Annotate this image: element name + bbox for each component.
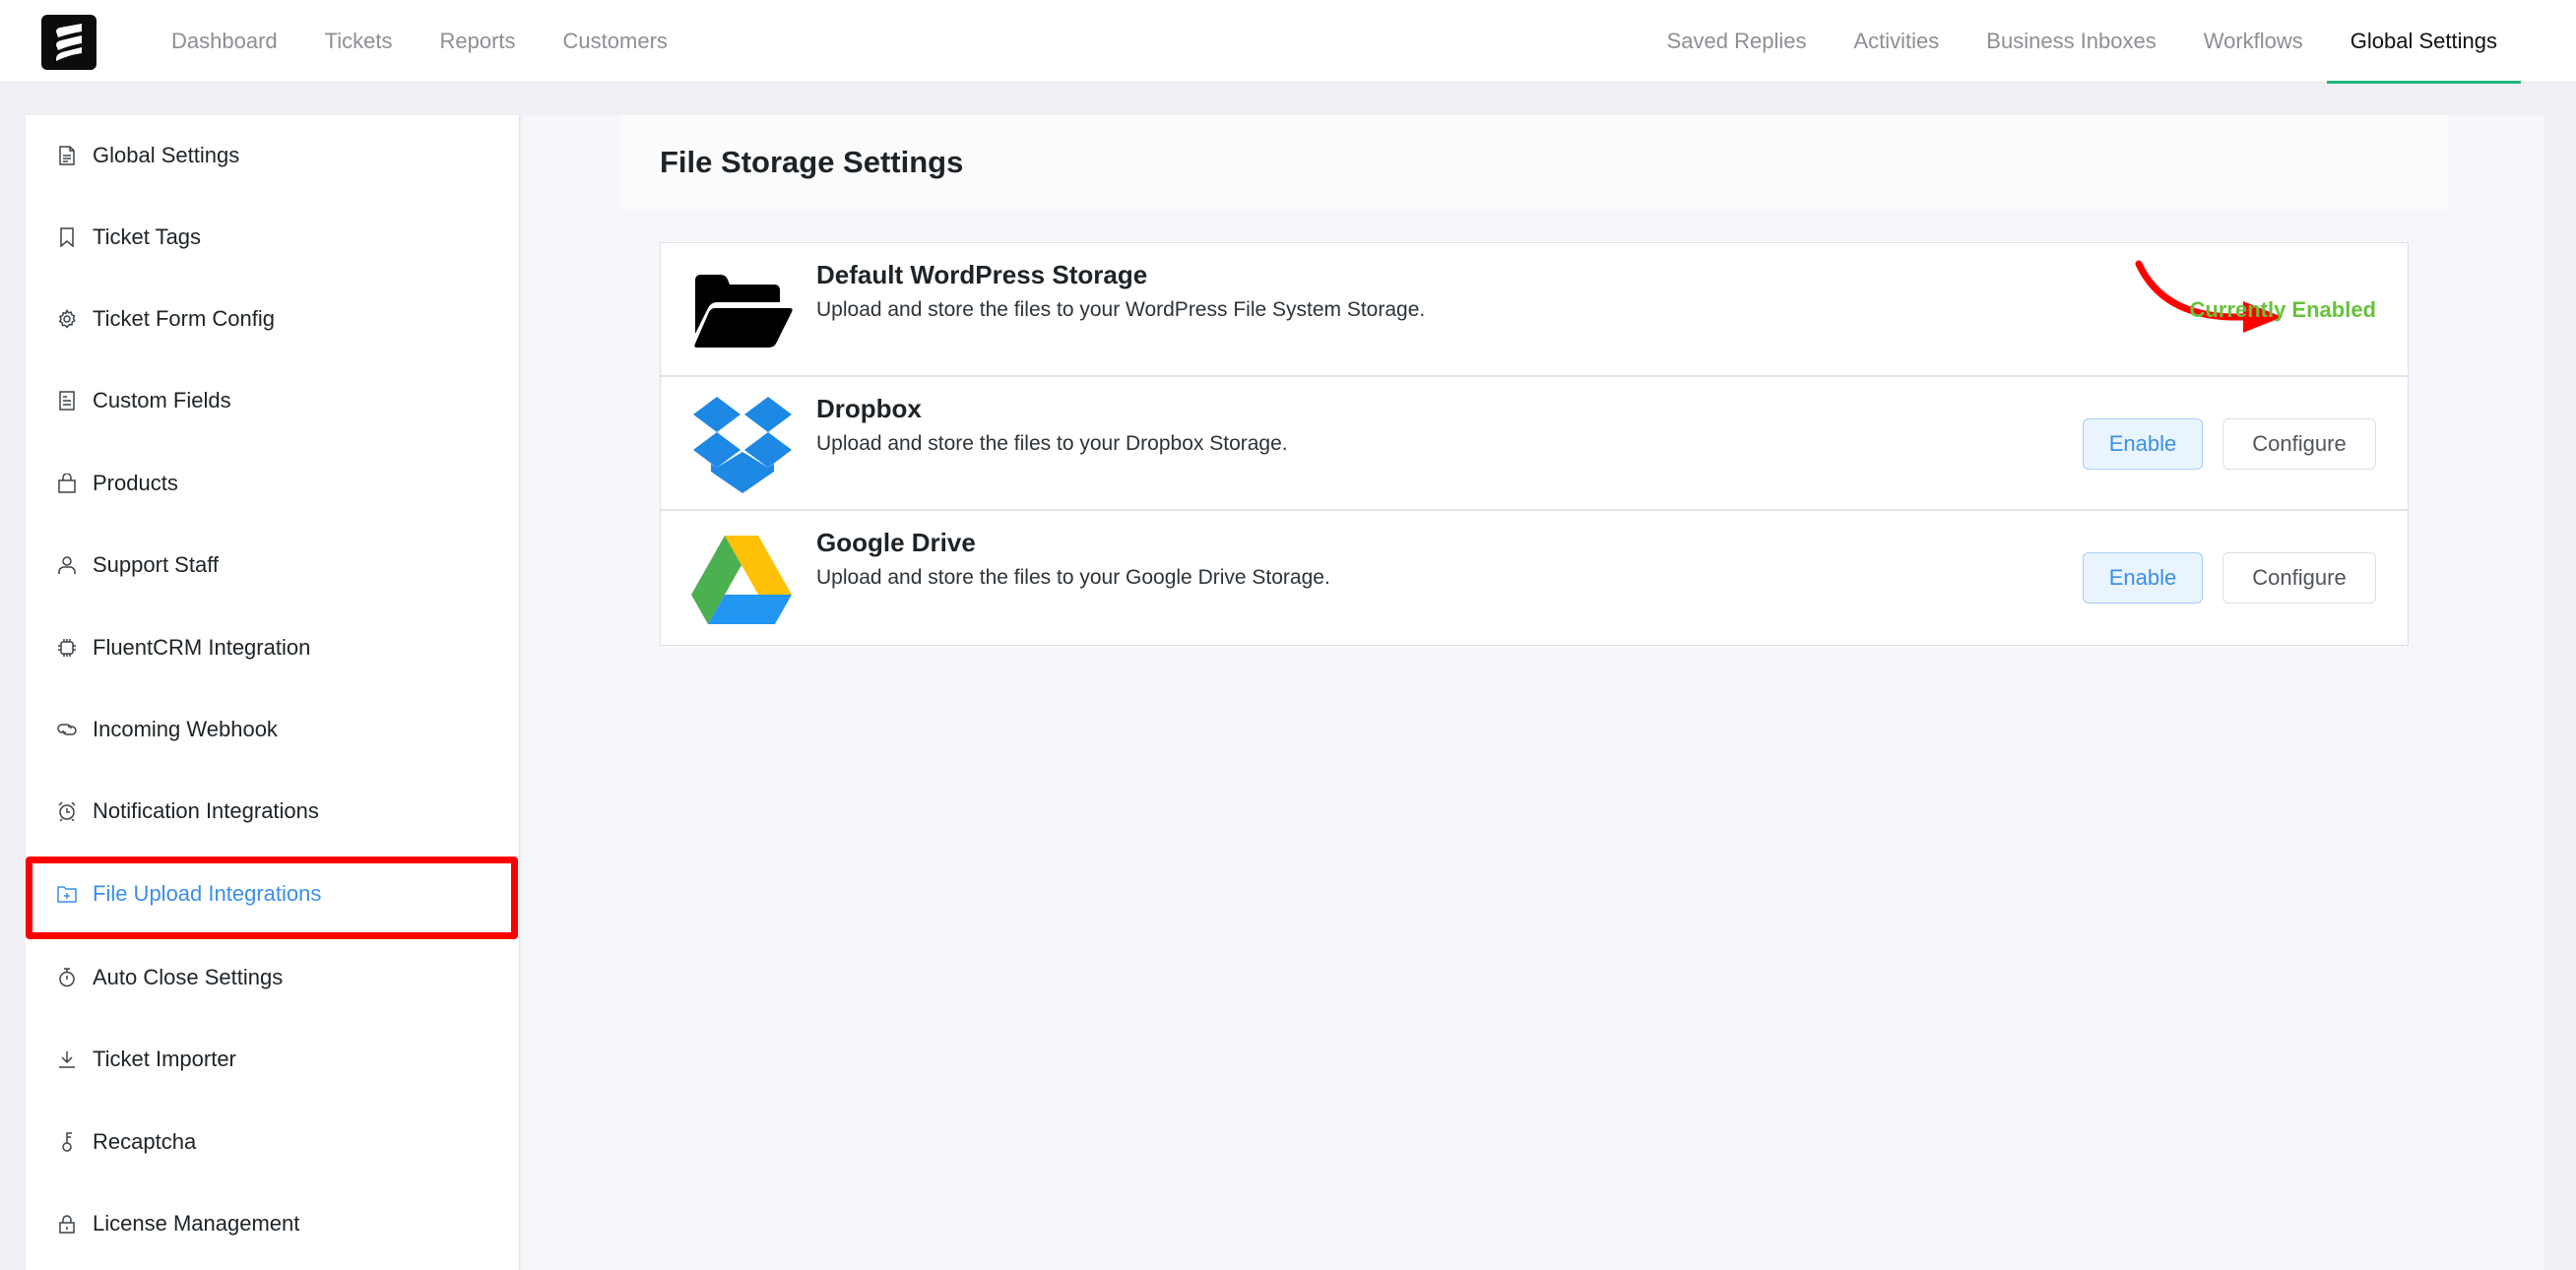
primary-nav: Dashboard Tickets Reports Customers	[148, 0, 691, 83]
form-icon	[57, 391, 77, 411]
page-header: File Storage Settings	[620, 115, 2448, 210]
sidebar-item-label: License Management	[93, 1211, 300, 1236]
nav-tickets[interactable]: Tickets	[301, 0, 417, 83]
sidebar-item-label: Incoming Webhook	[93, 717, 278, 741]
document-icon	[57, 146, 77, 165]
sidebar-item-ticket-form-config[interactable]: Ticket Form Config	[26, 280, 520, 358]
enable-google-drive-button[interactable]: Enable	[2083, 552, 2203, 603]
link-icon	[57, 720, 77, 739]
gear-icon	[57, 309, 77, 329]
main-content: File Storage Settings Default WordPress …	[522, 115, 2544, 1270]
sidebar-item-fluentcrm-integration[interactable]: FluentCRM Integration	[26, 608, 520, 687]
sidebar-item-ticket-tags[interactable]: Ticket Tags	[26, 198, 520, 277]
chip-icon	[57, 638, 77, 658]
enable-dropbox-button[interactable]: Enable	[2083, 418, 2203, 470]
sidebar-item-incoming-webhook[interactable]: Incoming Webhook	[26, 690, 520, 769]
nav-saved-replies[interactable]: Saved Replies	[1643, 0, 1831, 83]
sidebar-item-label: Custom Fields	[93, 388, 231, 413]
sidebar-item-ticket-importer[interactable]: Ticket Importer	[26, 1020, 520, 1099]
provider-description: Upload and store the files to your WordP…	[816, 298, 1426, 321]
sidebar-item-custom-fields[interactable]: Custom Fields	[26, 361, 520, 440]
sidebar-item-label: Notification Integrations	[93, 798, 319, 823]
lock-icon	[57, 1214, 77, 1234]
provider-dropbox: Dropbox Upload and store the files to yo…	[661, 377, 2408, 511]
provider-title: Google Drive	[816, 528, 976, 557]
bookmark-icon	[57, 227, 77, 247]
fluent-support-logo-icon[interactable]	[41, 15, 97, 70]
page-title: File Storage Settings	[660, 145, 964, 179]
nav-activities[interactable]: Activities	[1831, 0, 1964, 83]
provider-google-drive: Google Drive Upload and store the files …	[661, 511, 2408, 645]
sidebar-item-products[interactable]: Products	[26, 444, 520, 523]
sidebar-item-label: Global Settings	[93, 143, 240, 167]
shopping-bag-icon	[57, 474, 77, 493]
sidebar-item-license-management[interactable]: License Management	[26, 1184, 520, 1263]
nav-dashboard[interactable]: Dashboard	[148, 0, 301, 83]
storage-provider-list: Default WordPress Storage Upload and sto…	[660, 242, 2409, 646]
nav-business-inboxes[interactable]: Business Inboxes	[1963, 0, 2179, 83]
download-icon	[57, 1049, 77, 1069]
provider-actions: Enable Configure	[2083, 377, 2376, 511]
key-icon	[57, 1132, 77, 1152]
sidebar-item-label: Ticket Importer	[93, 1047, 236, 1071]
provider-info: Dropbox Upload and store the files to yo…	[816, 391, 1288, 456]
nav-workflows[interactable]: Workflows	[2180, 0, 2327, 83]
sidebar-item-label: File Upload Integrations	[93, 881, 322, 906]
provider-actions: Currently Enabled	[2190, 243, 2376, 377]
sidebar-item-auto-close-settings[interactable]: Auto Close Settings	[26, 938, 520, 1017]
sidebar-item-file-upload-integrations[interactable]: File Upload Integrations	[26, 855, 520, 933]
settings-sidebar: Global Settings Ticket Tags Ticket Form …	[26, 115, 520, 1270]
google-drive-icon	[690, 535, 795, 624]
user-icon	[57, 555, 77, 575]
stopwatch-icon	[57, 968, 77, 987]
sidebar-item-notification-integrations[interactable]: Notification Integrations	[26, 772, 520, 851]
sidebar-item-global-settings[interactable]: Global Settings	[26, 116, 520, 195]
provider-description: Upload and store the files to your Dropb…	[816, 432, 1288, 455]
top-navigation: Dashboard Tickets Reports Customers Save…	[0, 0, 2576, 84]
provider-info: Google Drive Upload and store the files …	[816, 525, 1330, 590]
folder-open-icon	[690, 267, 795, 355]
sidebar-item-label: Products	[93, 471, 178, 495]
configure-dropbox-button[interactable]: Configure	[2222, 418, 2376, 470]
status-badge: Currently Enabled	[2189, 297, 2376, 322]
provider-info: Default WordPress Storage Upload and sto…	[816, 257, 1425, 322]
configure-google-drive-button[interactable]: Configure	[2222, 552, 2376, 603]
alarm-clock-icon	[57, 801, 77, 821]
nav-customers[interactable]: Customers	[540, 0, 691, 83]
secondary-nav: Saved Replies Activities Business Inboxe…	[1643, 0, 2522, 84]
sidebar-item-label: Ticket Tags	[93, 224, 202, 249]
sidebar-item-recaptcha[interactable]: Recaptcha	[26, 1103, 520, 1181]
provider-wordpress-storage: Default WordPress Storage Upload and sto…	[661, 243, 2408, 377]
folder-add-icon	[57, 884, 77, 904]
sidebar-item-label: FluentCRM Integration	[93, 635, 311, 660]
provider-description: Upload and store the files to your Googl…	[816, 566, 1330, 589]
provider-title: Default WordPress Storage	[816, 260, 1148, 289]
sidebar-item-label: Support Staff	[93, 552, 220, 577]
nav-reports[interactable]: Reports	[417, 0, 540, 83]
sidebar-item-label: Recaptcha	[93, 1129, 197, 1154]
nav-global-settings[interactable]: Global Settings	[2326, 0, 2522, 84]
sidebar-item-label: Ticket Form Config	[93, 306, 276, 331]
sidebar-item-support-staff[interactable]: Support Staff	[26, 526, 520, 604]
provider-actions: Enable Configure	[2083, 511, 2376, 645]
dropbox-icon	[690, 397, 795, 493]
sidebar-item-label: Auto Close Settings	[93, 965, 284, 989]
provider-title: Dropbox	[816, 394, 922, 423]
